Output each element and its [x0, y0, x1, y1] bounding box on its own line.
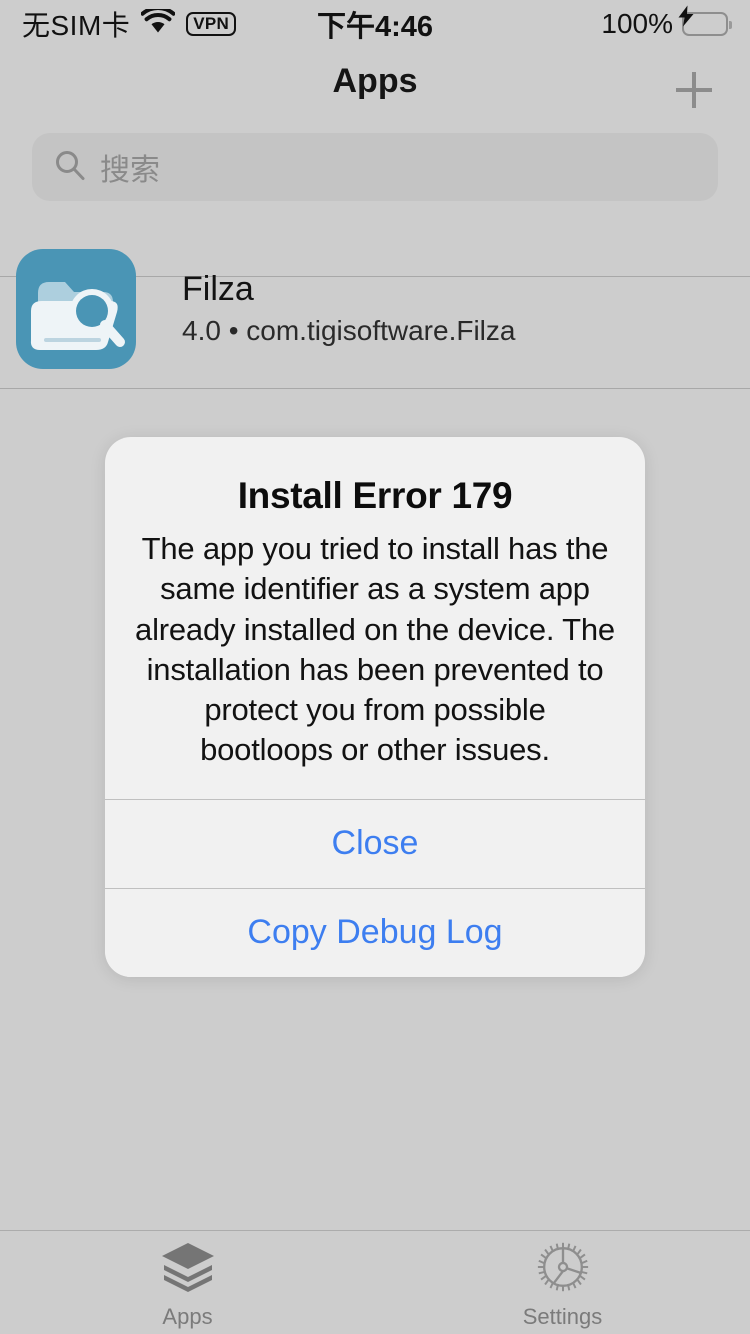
add-app-button[interactable]	[666, 62, 722, 118]
page-title: Apps	[332, 62, 418, 100]
tab-bar: Apps Settings	[0, 1230, 750, 1334]
tab-settings[interactable]: Settings	[375, 1231, 750, 1334]
alert-message: The app you tried to install has the sam…	[135, 531, 615, 768]
search-placeholder: 搜索	[100, 154, 160, 187]
wifi-icon	[140, 6, 176, 39]
app-subtitle: 4.0 • com.tigisoftware.Filza	[182, 315, 516, 347]
alert-body: Install Error 179 The app you tried to i…	[105, 437, 645, 799]
app-list: Filza 4.0 • com.tigisoftware.Filza	[0, 229, 750, 389]
tab-apps[interactable]: Apps	[0, 1231, 375, 1334]
search-icon	[54, 149, 86, 186]
close-button[interactable]: Close	[105, 798, 645, 888]
gear-icon	[534, 1241, 592, 1298]
search-input[interactable]: 搜索	[32, 133, 718, 201]
status-bar-left: 无SIM卡 VPN	[22, 4, 237, 44]
close-button-label: Close	[331, 824, 419, 863]
battery-charging-icon	[678, 5, 732, 36]
layers-icon	[159, 1241, 217, 1298]
copy-debug-log-button-label: Copy Debug Log	[247, 913, 503, 952]
install-error-alert: Install Error 179 The app you tried to i…	[105, 437, 645, 977]
carrier-label: 无SIM卡	[22, 10, 131, 41]
status-bar: 无SIM卡 VPN 下午4:46 100%	[0, 0, 750, 48]
filza-app-icon	[16, 249, 136, 369]
navigation-bar: Apps 搜索	[0, 48, 750, 277]
row-separator	[0, 388, 750, 389]
alert-title: Install Error 179	[237, 475, 513, 516]
app-meta: Filza 4.0 • com.tigisoftware.Filza	[182, 270, 516, 347]
list-item[interactable]: Filza 4.0 • com.tigisoftware.Filza	[0, 229, 750, 389]
vpn-badge: VPN	[186, 12, 237, 36]
copy-debug-log-button[interactable]: Copy Debug Log	[105, 887, 645, 977]
app-name: Filza	[182, 270, 254, 309]
status-bar-right: 100%	[601, 5, 732, 40]
tab-apps-label: Apps	[162, 1304, 213, 1329]
tab-settings-label: Settings	[522, 1304, 603, 1329]
phone-screen: 无SIM卡 VPN 下午4:46 100% Apps 搜索 Filza 4.0 …	[0, 0, 750, 1334]
battery-percent-label: 100%	[601, 8, 673, 39]
